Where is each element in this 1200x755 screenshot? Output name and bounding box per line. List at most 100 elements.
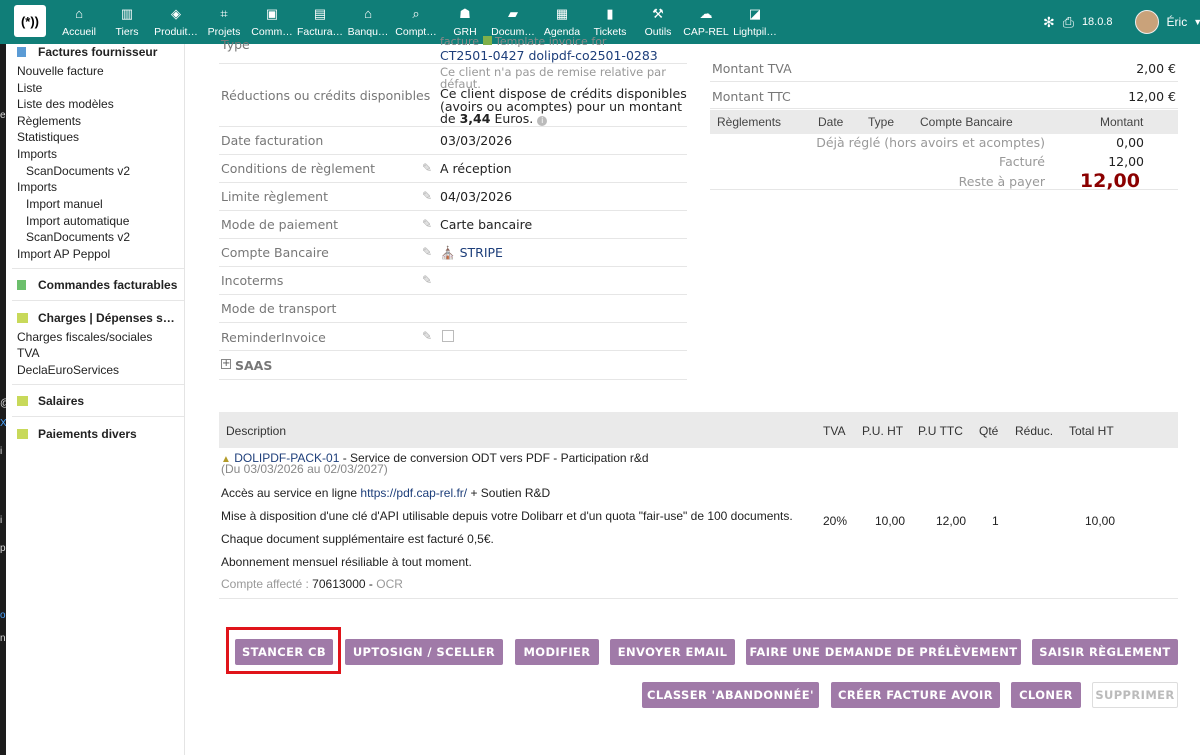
- edit-icon[interactable]: ✎: [422, 189, 432, 203]
- menu-item-1[interactable]: ▥ Tiers: [103, 6, 151, 42]
- chevron-down-icon[interactable]: ▼: [1193, 17, 1200, 27]
- compte-bancaire-value[interactable]: ⛪ STRIPE: [440, 245, 503, 261]
- sidebar-paiements-divers[interactable]: Paiements divers: [17, 427, 137, 441]
- top-tools: ✻ ⎙ 18.0.8 Éric ▼: [1043, 0, 1200, 44]
- cube-icon: ◈: [171, 6, 181, 21]
- user-name[interactable]: Éric: [1167, 15, 1188, 29]
- date-label: Date facturation: [221, 133, 324, 148]
- sidebar-item[interactable]: Imports: [17, 180, 57, 194]
- sidebar-subitem[interactable]: Import manuel: [26, 197, 103, 211]
- folder-icon: ▰: [508, 6, 518, 21]
- type-value-link[interactable]: CT2501-0427 dolipdf-co2501-0283: [440, 48, 658, 63]
- sidebar-item[interactable]: Liste: [17, 81, 42, 95]
- app-logo[interactable]: (*)): [14, 5, 46, 37]
- menu-label: Produit…: [154, 26, 198, 38]
- saas-row[interactable]: + SAAS: [219, 351, 687, 380]
- conditions-label: Conditions de règlement: [221, 161, 376, 176]
- service-link[interactable]: https://pdf.cap-rel.fr/: [360, 486, 467, 500]
- avatar[interactable]: [1134, 10, 1159, 34]
- modifier-button[interactable]: MODIFIER: [515, 639, 599, 665]
- ticket-icon: ▮: [606, 6, 614, 21]
- sidebar-item[interactable]: DeclaEuroServices: [17, 363, 119, 377]
- incoterms-row: Incoterms ✎: [219, 267, 687, 295]
- edit-icon[interactable]: ✎: [422, 245, 432, 259]
- uptosign-button[interactable]: UPTOSIGN / SCELLER: [345, 639, 503, 665]
- sidebar-commandes[interactable]: Commandes facturables: [17, 278, 177, 292]
- sidebar-item[interactable]: TVA: [17, 346, 39, 360]
- cloner-button[interactable]: CLONER: [1011, 682, 1081, 708]
- compte-bancaire-label: Compte Bancaire: [221, 245, 329, 260]
- transport-row: Mode de transport: [219, 295, 687, 323]
- home-icon: ⌂: [75, 6, 83, 21]
- lines-table-header: Description TVA P.U. HT P.U TTC Qté Rédu…: [219, 412, 1178, 448]
- saisir-reglement-button[interactable]: SAISIR RÈGLEMENT: [1032, 639, 1178, 665]
- info-icon[interactable]: i: [537, 116, 548, 126]
- incoterms-label: Incoterms: [221, 273, 284, 288]
- description-line: Abonnement mensuel résiliable à tout mom…: [221, 555, 472, 569]
- sidebar-factures-fournisseur[interactable]: Factures fournisseur: [17, 45, 157, 59]
- sidebar-item[interactable]: Charges fiscales/sociales: [17, 330, 152, 344]
- credit-amount: 3,44: [459, 111, 491, 126]
- reminder-checkbox[interactable]: [442, 330, 454, 342]
- strip-char: i: [0, 446, 3, 457]
- document-icon: [17, 47, 26, 57]
- money-icon: [17, 429, 28, 439]
- line-pu-ht: 10,00: [875, 514, 906, 528]
- classer-abandonnee-button[interactable]: CLASSER 'ABANDONNÉE': [642, 682, 819, 708]
- left-sidebar: Factures fournisseur Nouvelle facture Li…: [6, 44, 185, 755]
- line-qte: 1: [992, 514, 999, 528]
- sidebar-salaires[interactable]: Salaires: [17, 394, 84, 408]
- print-icon[interactable]: ⎙: [1063, 14, 1074, 31]
- col-type: Type: [868, 115, 895, 129]
- col-compte: Compte Bancaire: [920, 115, 1013, 129]
- menu-item-14[interactable]: ◪ Lightpil…: [731, 6, 779, 42]
- bug-icon[interactable]: ✻: [1043, 14, 1055, 31]
- product-period: (Du 03/03/2026 au 02/03/2027): [221, 462, 388, 476]
- envoyer-email-button[interactable]: ENVOYER EMAIL: [610, 639, 735, 665]
- reductions-label: Réductions ou crédits disponibles: [221, 88, 431, 103]
- edit-icon[interactable]: ✎: [422, 329, 432, 343]
- sidebar-item[interactable]: Import AP Peppol: [17, 247, 110, 261]
- menu-item-0[interactable]: ⌂ Accueil: [55, 6, 103, 42]
- menu-item-13[interactable]: ☁ CAP-REL: [682, 6, 730, 42]
- creer-avoir-button[interactable]: CRÉER FACTURE AVOIR: [831, 682, 1000, 708]
- mode-paiement-value: Carte bancaire: [440, 217, 533, 232]
- edit-icon[interactable]: ✎: [422, 217, 432, 231]
- expand-icon[interactable]: +: [221, 359, 231, 369]
- sidebar-item[interactable]: Liste des modèles: [17, 97, 114, 111]
- building-icon: ▥: [120, 6, 134, 21]
- sidebar-charges[interactable]: Charges | Dépenses s…: [17, 311, 175, 325]
- cloud-icon: ☁: [699, 6, 713, 21]
- sidebar-subitem[interactable]: ScanDocuments v2: [26, 164, 130, 178]
- sidebar-item[interactable]: Nouvelle facture: [17, 64, 104, 78]
- accounting-account: Compte affecté : 70613000 - OCR: [221, 577, 403, 591]
- sidebar-subitem[interactable]: ScanDocuments v2: [26, 230, 130, 244]
- note-icon: ◪: [748, 6, 762, 21]
- menu-item-2[interactable]: ◈ Produit…: [152, 6, 200, 42]
- strip-char: e: [0, 110, 6, 121]
- sidebar-item[interactable]: Règlements: [17, 114, 81, 128]
- supprimer-button[interactable]: SUPPRIMER: [1092, 682, 1178, 708]
- sidebar-item[interactable]: Imports: [17, 147, 57, 161]
- type-value-line1: facture Template invoice for: [440, 35, 607, 48]
- reminder-label: ReminderInvoice: [221, 330, 326, 345]
- edit-icon[interactable]: ✎: [422, 273, 432, 287]
- strip-char: n: [0, 633, 6, 644]
- deja-regle-label: Déjà réglé (hors avoirs et acomptes): [816, 135, 1045, 150]
- description-line: Chaque document supplémentaire est factu…: [221, 532, 494, 546]
- search-dollar-icon: ⌕: [412, 6, 420, 21]
- sidebar-subitem[interactable]: Import automatique: [26, 214, 129, 228]
- edit-icon[interactable]: ✎: [422, 161, 432, 175]
- divider: [12, 268, 184, 269]
- stancer-cb-button[interactable]: STANCER CB: [235, 639, 333, 665]
- payments-header: Règlements Date Type Compte Bancaire Mon…: [710, 110, 1178, 134]
- sidebar-item[interactable]: Statistiques: [17, 130, 79, 144]
- bank-icon: ⛪: [440, 245, 456, 260]
- reductions-text: Ce client dispose de crédits disponibles…: [440, 86, 687, 126]
- prelevement-button[interactable]: FAIRE UNE DEMANDE DE PRÉLÈVEMENT: [746, 639, 1021, 665]
- montant-tva-label: Montant TVA: [712, 61, 792, 76]
- montant-tva-row: Montant TVA 2,00 €: [710, 54, 1178, 82]
- divider: [12, 416, 184, 417]
- col-reglements: Règlements: [717, 115, 782, 129]
- line-tva: 20%: [823, 514, 848, 528]
